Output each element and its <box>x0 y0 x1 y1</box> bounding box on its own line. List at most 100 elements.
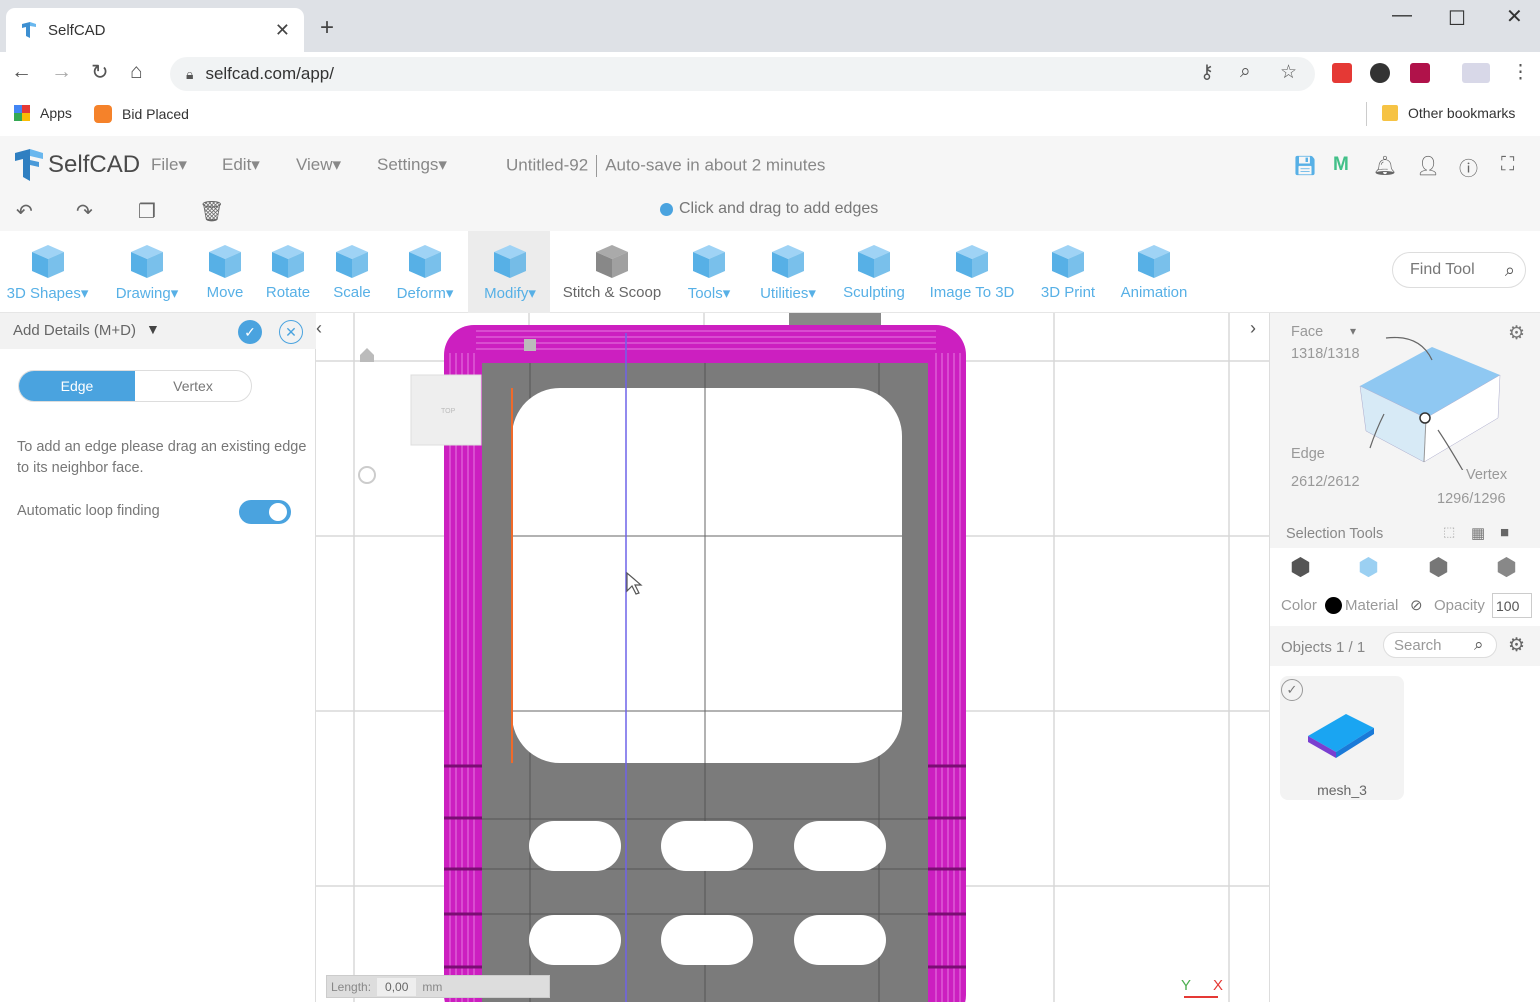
material-label[interactable]: Material <box>1345 597 1398 614</box>
fullscreen-icon[interactable]: ⛶ <box>1501 154 1514 176</box>
mesh-view-icon[interactable]: ⬢ <box>1428 553 1449 582</box>
solid-select-icon[interactable]: ■ <box>1500 524 1509 541</box>
cancel-x-icon[interactable]: ✕ <box>279 320 303 344</box>
bookmarks-bar: Apps Bid Placed Other bookmarks <box>0 96 1540 132</box>
tab-edge[interactable]: Edge <box>19 371 135 401</box>
menu-edit[interactable]: Edit▾ <box>222 155 260 175</box>
tool-move[interactable]: Move <box>205 240 245 301</box>
tool-label: 3D Shapes▾ <box>6 285 89 302</box>
back-icon[interactable]: ← <box>11 60 32 84</box>
maximize-icon[interactable]: ☐ <box>1448 6 1466 31</box>
dropdown-caret-icon[interactable]: ▼ <box>146 321 160 337</box>
view-cube[interactable]: TOP <box>410 374 482 446</box>
m-logo-icon[interactable]: M <box>1333 154 1349 176</box>
opacity-input[interactable]: 100 <box>1492 593 1532 618</box>
tool-rotate[interactable]: Rotate <box>265 240 311 301</box>
extension-icon[interactable] <box>1410 63 1430 83</box>
key-icon[interactable]: ⚷ <box>1200 61 1214 84</box>
tool-print[interactable]: 3D Print <box>1040 240 1096 301</box>
tool-stitch[interactable]: Stitch & Scoop <box>562 240 662 301</box>
extension-icon[interactable] <box>1462 63 1490 83</box>
tool-drawing[interactable]: Drawing▾ <box>112 240 182 302</box>
wireframe-view-icon[interactable]: ⬢ <box>1358 553 1379 582</box>
info-icon[interactable]: ⓘ <box>1459 154 1478 181</box>
bookmark-bid-placed[interactable]: Bid Placed <box>94 105 189 123</box>
xray-view-icon[interactable]: ⬢ <box>1496 553 1517 582</box>
tool-image[interactable]: Image To 3D <box>928 240 1016 301</box>
menu-settings[interactable]: Settings▾ <box>377 155 447 175</box>
tool-animation[interactable]: Animation <box>1118 240 1190 301</box>
length-input[interactable]: 0,00 <box>377 977 417 996</box>
copy-icon[interactable]: ❐ <box>138 199 156 224</box>
undo-icon[interactable]: ↶ <box>16 199 33 224</box>
home-icon[interactable]: ⌂ <box>130 60 143 84</box>
tool-modify[interactable]: Modify▾ <box>480 240 540 302</box>
solid-view-icon[interactable]: ⬢ <box>1290 553 1311 582</box>
new-tab-button[interactable]: + <box>320 14 334 42</box>
cursor-select-icon[interactable]: ⬚ <box>1443 524 1455 540</box>
tool-sculpting[interactable]: Sculpting <box>842 240 906 301</box>
edge-label[interactable]: Edge <box>1291 446 1325 462</box>
menu-view[interactable]: View▾ <box>296 155 341 175</box>
reload-icon[interactable]: ↻ <box>91 60 109 85</box>
notification-bell-icon[interactable]: 🔔︎ <box>1373 154 1397 178</box>
view-cube-face-label: TOP <box>441 408 456 415</box>
selection-cube-icon[interactable] <box>1350 330 1510 470</box>
trash-icon[interactable]: 🗑︎ <box>199 199 224 224</box>
object-select-check-icon[interactable]: ✓ <box>1281 679 1303 701</box>
face-label[interactable]: Face <box>1291 324 1323 340</box>
chrome-menu-icon[interactable]: ⋮ <box>1511 61 1530 84</box>
document-name[interactable]: Untitled-92 <box>506 155 588 174</box>
document-title: Untitled-92 Auto-save in about 2 minutes <box>506 155 825 177</box>
extension-icon[interactable] <box>1332 63 1352 83</box>
tool-tools[interactable]: Tools▾ <box>684 240 734 302</box>
star-icon[interactable]: ☆ <box>1280 61 1297 84</box>
window-close-icon[interactable]: ✕ <box>1506 4 1523 29</box>
find-tool-input[interactable]: Find Tool ⌕ <box>1392 252 1526 288</box>
save-icon[interactable]: 💾︎ <box>1293 154 1317 178</box>
selfcad-logo[interactable]: SelfCAD <box>12 147 140 183</box>
color-swatch[interactable] <box>1325 597 1342 614</box>
objects-settings-gear-icon[interactable]: ⚙ <box>1508 634 1525 657</box>
objects-search-input[interactable]: Search <box>1394 637 1442 654</box>
settings-gear-icon[interactable]: ⚙ <box>1508 322 1525 345</box>
material-icon[interactable]: ⊘ <box>1410 596 1423 614</box>
tab-title: SelfCAD <box>48 21 106 39</box>
hint-text: Click and drag to add edges <box>679 200 879 217</box>
user-icon[interactable]: 👤︎ <box>1416 154 1440 178</box>
tab-vertex[interactable]: Vertex <box>135 371 251 401</box>
box-select-icon[interactable]: ▦ <box>1471 524 1485 542</box>
tool-scale[interactable]: Scale <box>333 240 371 301</box>
tool-cube[interactable]: 3D Shapes▾ <box>5 240 90 302</box>
orbit-icon[interactable] <box>358 466 376 484</box>
gizmo-handle[interactable] <box>524 339 536 351</box>
menu-file[interactable]: File▾ <box>151 155 187 175</box>
browser-tab[interactable]: SelfCAD ✕ <box>6 8 304 52</box>
bookmark-other[interactable]: Other bookmarks <box>1382 105 1515 121</box>
stitch-icon <box>596 245 628 278</box>
viewport-canvas[interactable]: TOP Y X <box>316 313 1269 1002</box>
collapse-right-panel-icon[interactable]: › <box>1250 318 1266 344</box>
redo-icon[interactable]: ↷ <box>76 199 93 224</box>
object-name[interactable]: mesh_3 <box>1280 782 1404 798</box>
collapse-left-panel-icon[interactable]: ‹ <box>316 318 332 344</box>
tab-close-icon[interactable]: ✕ <box>275 20 290 41</box>
opacity-label: Opacity <box>1434 597 1485 614</box>
auto-loop-toggle[interactable] <box>239 500 291 524</box>
find-tool-label: Find Tool <box>1410 261 1475 278</box>
tool-label: Tools▾ <box>687 285 731 302</box>
3d-viewport[interactable]: TOP Y X <box>316 313 1269 1002</box>
tool-utilities[interactable]: Utilities▾ <box>756 240 820 302</box>
zoom-icon[interactable]: ⌕ <box>1240 61 1251 83</box>
confirm-check-icon[interactable]: ✓ <box>238 320 262 344</box>
scale-icon <box>336 245 368 278</box>
search-icon[interactable]: ⌕ <box>1474 635 1484 655</box>
print-icon <box>1052 245 1084 278</box>
extension-icon[interactable] <box>1370 63 1390 83</box>
home-view-icon[interactable] <box>360 348 374 362</box>
url-bar[interactable]: 🔒︎ selfcad.com/app/ <box>170 57 1315 91</box>
minimize-icon[interactable]: — <box>1392 4 1412 27</box>
tool-deform[interactable]: Deform▾ <box>392 240 458 302</box>
bookmark-apps[interactable]: Apps <box>14 105 72 121</box>
forward-icon[interactable]: → <box>51 60 72 84</box>
